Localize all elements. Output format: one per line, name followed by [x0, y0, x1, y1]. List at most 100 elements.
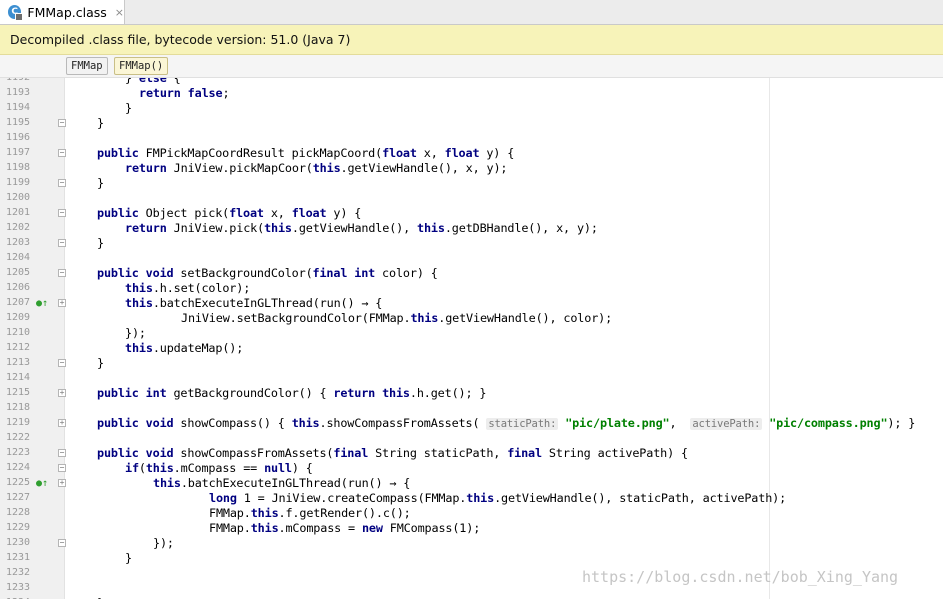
code-line[interactable]: 1205 − public void setBackgroundColor(fina…	[0, 266, 943, 281]
code-line[interactable]: 1214	[0, 371, 943, 386]
fold-expand-icon[interactable]: +	[58, 299, 66, 307]
line-number: 1205	[6, 267, 31, 278]
code-line[interactable]: 1198 return JniView.pickMapCoor(this.getV…	[0, 161, 943, 176]
line-number: 1222	[6, 432, 31, 443]
code-line[interactable]: 1207 ●↑ + this.batchExecuteInGLThread(run()…	[0, 296, 943, 311]
class-file-icon: C	[8, 5, 24, 21]
override-gutter-icon[interactable]: ●↑	[36, 298, 48, 309]
line-number: 1219	[6, 417, 31, 428]
code-line[interactable]: 1206 this.h.set(color);	[0, 281, 943, 296]
fold-expand-icon[interactable]: +	[58, 479, 66, 487]
code-line[interactable]: 1231}	[0, 551, 943, 566]
code-line[interactable]: 1223 − public void showCompassFromAssets(f…	[0, 446, 943, 461]
code-line[interactable]: 1193 return false;	[0, 86, 943, 101]
line-number: 1201	[6, 207, 31, 218]
code-text: FMMap.this.mCompass = new FMCompass(1);	[209, 521, 481, 535]
fold-expand-icon[interactable]: +	[58, 419, 66, 427]
code-line[interactable]: 1194}	[0, 101, 943, 116]
line-number: 1232	[6, 567, 31, 578]
decompiled-banner: Decompiled .class file, bytecode version…	[0, 25, 943, 55]
code-line[interactable]: 1196	[0, 131, 943, 146]
line-number: 1204	[6, 252, 31, 263]
line-number: 1214	[6, 372, 31, 383]
fold-collapse-icon[interactable]: −	[58, 149, 66, 157]
code-line[interactable]: 1201 − public Object pick(float x, float y…	[0, 206, 943, 221]
code-text: } else {	[125, 78, 181, 85]
line-number: 1229	[6, 522, 31, 533]
code-text: public Object pick(float x, float y) {	[97, 206, 362, 220]
line-number: 1199	[6, 177, 31, 188]
code-line[interactable]: 1192 } else {	[0, 78, 943, 86]
code-line[interactable]: 1215 + public int getBackgroundColor() { r…	[0, 386, 943, 401]
fold-expand-icon[interactable]: +	[58, 389, 66, 397]
line-number: 1192	[6, 78, 30, 83]
fold-collapse-icon[interactable]: −	[58, 119, 66, 127]
line-number: 1228	[6, 507, 31, 518]
code-text: }	[125, 551, 132, 565]
line-number: 1207	[6, 297, 31, 308]
code-line[interactable]: 1225 ●↑ + this.batchExecuteInGLThread(run()…	[0, 476, 943, 491]
code-text: return false;	[139, 86, 230, 100]
override-gutter-icon[interactable]: ●↑	[36, 478, 48, 489]
line-number: 1195	[6, 117, 31, 128]
line-number: 1206	[6, 282, 31, 293]
code-line[interactable]: 1219 + public void showCompass() { this.sh…	[0, 416, 943, 431]
fold-collapse-icon[interactable]: −	[58, 269, 66, 277]
breadcrumb-constructor[interactable]: FMMap()	[114, 57, 169, 75]
code-line[interactable]: 1230 −});	[0, 536, 943, 551]
code-line[interactable]: 1199 −}	[0, 176, 943, 191]
line-number: 1225	[6, 477, 31, 488]
code-text: return JniView.pick(this.getViewHandle()…	[125, 221, 598, 235]
code-text: }	[125, 101, 132, 115]
close-icon[interactable]: ×	[115, 6, 124, 19]
code-line[interactable]: 1228 FMMap.this.f.getRender().c();	[0, 506, 943, 521]
line-number: 1230	[6, 537, 31, 548]
tab-title: FMMap.class	[27, 4, 107, 20]
line-number: 1213	[6, 357, 31, 368]
line-number: 1227	[6, 492, 31, 503]
code-line[interactable]: 1197 − public FMPickMapCoordResult pickMap…	[0, 146, 943, 161]
fold-collapse-icon[interactable]: −	[58, 539, 66, 547]
code-line[interactable]: 1203 −}	[0, 236, 943, 251]
code-text: });	[153, 536, 174, 550]
line-number: 1196	[6, 132, 31, 143]
line-number: 1218	[6, 402, 31, 413]
watermark: https://blog.csdn.net/bob_Xing_Yang	[582, 568, 899, 586]
code-line[interactable]: 1218	[0, 401, 943, 416]
fold-collapse-icon[interactable]: −	[58, 449, 66, 457]
fold-collapse-icon[interactable]: −	[58, 464, 66, 472]
tab-fmmap-class[interactable]: C FMMap.class ×	[0, 0, 125, 24]
code-editor[interactable]: 1192} else {1193return false;1194}1195−}…	[0, 78, 943, 599]
line-number: 1215	[6, 387, 31, 398]
fold-collapse-icon[interactable]: −	[58, 239, 66, 247]
code-line[interactable]: 1229 FMMap.this.mCompass = new FMCompass(…	[0, 521, 943, 536]
line-number: 1200	[6, 192, 31, 203]
code-line[interactable]: 1200	[0, 191, 943, 206]
code-text: public FMPickMapCoordResult pickMapCoord…	[97, 146, 515, 160]
line-number: 1203	[6, 237, 31, 248]
code-text: public void showCompass() { this.showCom…	[97, 416, 916, 430]
code-line[interactable]: 1224 − if(this.mCompass == null) {	[0, 461, 943, 476]
code-line[interactable]: 1212 this.updateMap();	[0, 341, 943, 356]
tab-bar: C FMMap.class ×	[0, 0, 943, 25]
code-line[interactable]: 1204	[0, 251, 943, 266]
code-text: this.batchExecuteInGLThread(run() → {	[125, 296, 383, 310]
code-line[interactable]: 1210});	[0, 326, 943, 341]
line-number: 1194	[6, 102, 31, 113]
code-line[interactable]: 1202 return JniView.pick(this.getViewHand…	[0, 221, 943, 236]
line-number: 1202	[6, 222, 31, 233]
code-text: });	[125, 326, 146, 340]
code-line[interactable]: 1222	[0, 431, 943, 446]
code-line[interactable]: 1209 JniView.setBackgroundColor(FMMap.thi…	[0, 311, 943, 326]
fold-collapse-icon[interactable]: −	[58, 359, 66, 367]
line-number: 1233	[6, 582, 31, 593]
fold-collapse-icon[interactable]: −	[58, 179, 66, 187]
fold-collapse-icon[interactable]: −	[58, 209, 66, 217]
code-text: return JniView.pickMapCoor(this.getViewH…	[125, 161, 508, 175]
code-line[interactable]: 1195 −}	[0, 116, 943, 131]
breadcrumb-class[interactable]: FMMap	[66, 57, 108, 75]
code-text: if(this.mCompass == null) {	[125, 461, 313, 475]
code-line[interactable]: 1213 −}	[0, 356, 943, 371]
code-line[interactable]: 1227 long 1 = JniView.createCompass(FMMap…	[0, 491, 943, 506]
code-text: }	[97, 356, 104, 370]
